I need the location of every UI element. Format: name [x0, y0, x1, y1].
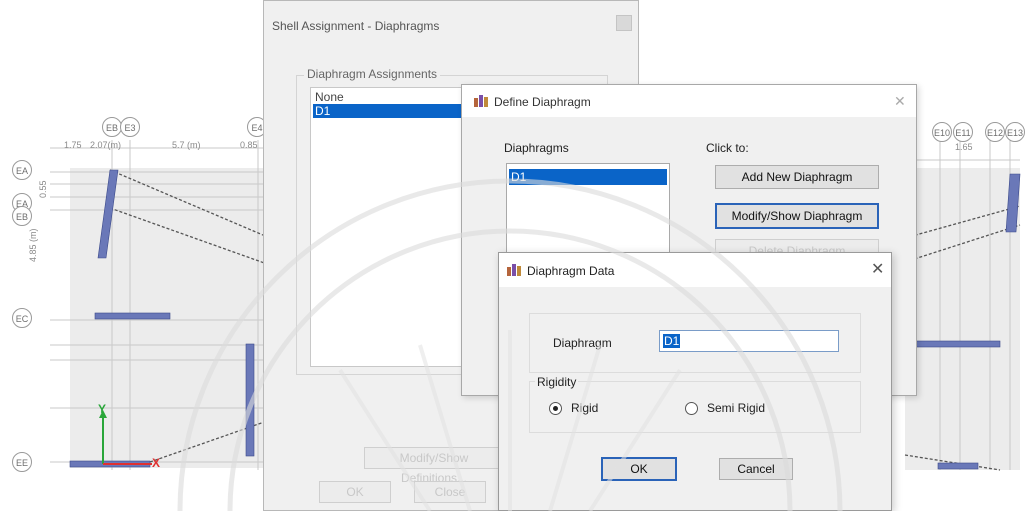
axis-x-label: X: [152, 456, 161, 470]
grid-bubble: EB: [102, 117, 122, 137]
dimension-text: 2.07(m): [90, 140, 122, 150]
semi-rigid-radio[interactable]: [685, 402, 698, 415]
beam-member-right: [904, 340, 1001, 348]
rigidity-label: Rigidity: [535, 375, 579, 389]
click-to-label: Click to:: [706, 141, 749, 155]
group-label: Diaphragm Assignments: [304, 67, 441, 81]
input-value: D1: [663, 334, 681, 348]
column-member: [245, 343, 255, 457]
slab-right: [905, 168, 1020, 470]
base-member-right: [937, 462, 979, 470]
dimension-text: 4.85 (m): [28, 228, 38, 262]
dimension-text: 0.55: [38, 180, 48, 198]
semi-rigid-radio-label[interactable]: Semi Rigid: [707, 401, 765, 415]
diaphragm-label: Diaphragm: [553, 336, 612, 350]
rigid-radio[interactable]: [549, 402, 562, 415]
grid-bubble: E10: [932, 122, 952, 142]
add-new-diaphragm-button[interactable]: Add New Diaphragm: [715, 165, 879, 189]
grid-bubble: E3: [120, 117, 140, 137]
list-item[interactable]: None: [315, 90, 344, 104]
ok-button[interactable]: OK: [601, 457, 677, 481]
app-icon: [474, 95, 488, 107]
grid-bubble: EE: [12, 452, 32, 472]
grid-bubble: EA: [12, 160, 32, 180]
dimension-text: 1.75: [64, 140, 82, 150]
grid-bubble: EC: [12, 308, 32, 328]
modify-show-diaphragm-button[interactable]: Modify/Show Diaphragm: [715, 203, 879, 229]
diaphragm-name-input[interactable]: D1: [659, 330, 839, 352]
diaphragms-label: Diaphragms: [504, 141, 569, 155]
axis-y-label: Y: [98, 402, 107, 416]
beam-member: [94, 312, 171, 320]
dimension-text: 0.85: [240, 140, 258, 150]
grid-bubble: E11: [953, 122, 973, 142]
diaphragm-data-window: Diaphragm Data ✕ Diaphragm D1 Rigidity R…: [498, 252, 892, 511]
rigid-radio-label[interactable]: Rigid: [571, 401, 598, 415]
dimension-text: 1.65: [955, 142, 973, 152]
close-button[interactable]: Close: [414, 481, 486, 503]
modify-show-definitions-button[interactable]: Modify/Show Definitions...: [364, 447, 504, 485]
window-title: Shell Assignment - Diaphragms: [272, 19, 440, 33]
grid-bubble: E12: [985, 122, 1005, 142]
dimension-text: 5.7 (m): [172, 140, 201, 150]
close-icon[interactable]: ✕: [871, 262, 884, 278]
grid-bubble: E13: [1005, 122, 1025, 142]
window-title: Diaphragm Data: [527, 264, 615, 278]
close-icon[interactable]: ✕: [894, 93, 906, 109]
ok-button[interactable]: OK: [319, 481, 391, 503]
list-item-selected[interactable]: D1: [509, 169, 667, 185]
system-menu-icon[interactable]: [616, 15, 632, 31]
grid-bubble: EB: [12, 206, 32, 226]
app-icon: [507, 264, 521, 276]
window-title: Define Diaphragm: [494, 95, 591, 109]
cancel-button[interactable]: Cancel: [719, 458, 793, 480]
